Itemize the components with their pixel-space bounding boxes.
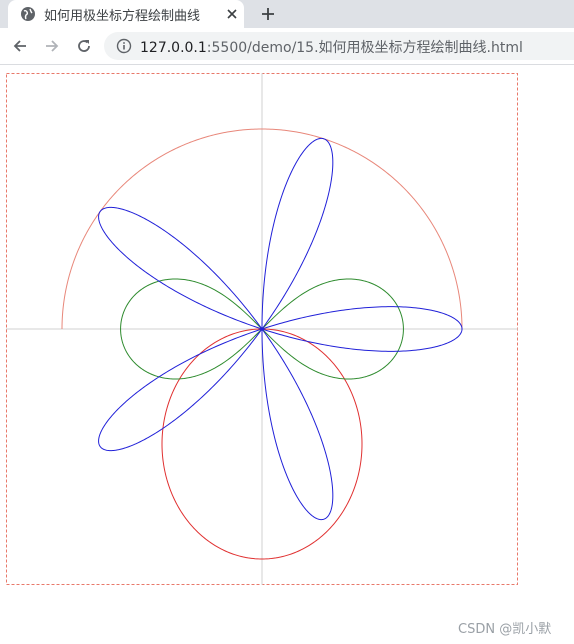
plus-icon[interactable] <box>256 2 280 26</box>
info-icon[interactable] <box>116 38 132 54</box>
watermark: CSDN @凯小默 <box>458 622 552 637</box>
arrow-right-icon[interactable] <box>40 34 64 58</box>
browser-tab[interactable]: 如何用极坐标方程绘制曲线 <box>8 0 244 28</box>
url-path: :5500/demo/15.如何用极坐标方程绘制曲线.html <box>206 40 523 56</box>
tab-title: 如何用极坐标方程绘制曲线 <box>44 9 201 24</box>
browser-toolbar: 127.0.0.1:5500/demo/15.如何用极坐标方程绘制曲线.html <box>0 28 574 65</box>
page-viewport <box>0 65 574 644</box>
reload-icon[interactable] <box>72 34 96 58</box>
polar-curves-canvas <box>6 73 518 585</box>
tab-strip: 如何用极坐标方程绘制曲线 <box>0 0 574 28</box>
close-icon[interactable] <box>222 4 242 24</box>
address-bar[interactable]: 127.0.0.1:5500/demo/15.如何用极坐标方程绘制曲线.html <box>104 32 574 60</box>
url-text: 127.0.0.1:5500/demo/15.如何用极坐标方程绘制曲线.html <box>140 37 523 57</box>
globe-icon <box>20 6 36 22</box>
arrow-left-icon[interactable] <box>8 34 32 58</box>
url-host: 127.0.0.1 <box>140 40 207 56</box>
